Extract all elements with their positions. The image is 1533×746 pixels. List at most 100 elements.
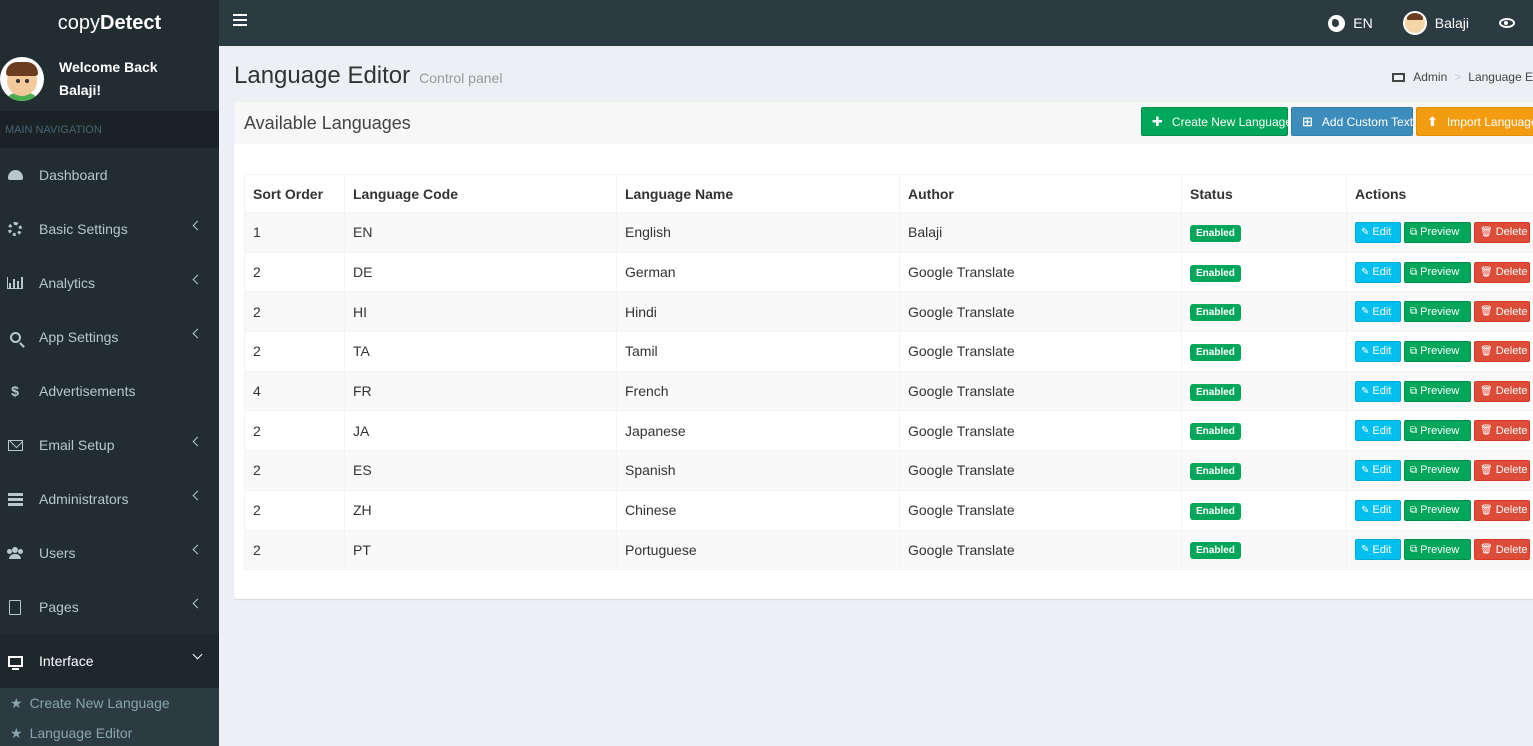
submenu-item-language-editor[interactable]: ★ Language Editor bbox=[0, 718, 219, 746]
header-sort-order[interactable]: Sort Order bbox=[244, 174, 345, 213]
edit-label: Edit bbox=[1372, 504, 1392, 517]
app-logo[interactable]: copy Detect bbox=[0, 0, 219, 46]
trash-icon: 🗑 bbox=[1480, 544, 1493, 556]
edit-icon: ✎ bbox=[1361, 345, 1370, 357]
status-badge: Enabled bbox=[1190, 462, 1241, 480]
edit-button[interactable]: ✎ Edit bbox=[1355, 261, 1401, 283]
preview-button[interactable]: ⧉ Preview bbox=[1404, 420, 1471, 442]
sidebar-toggle-icon[interactable] bbox=[233, 14, 247, 28]
add-custom-text-button[interactable]: ⊞ Add Custom Text bbox=[1291, 107, 1413, 136]
cell-actions: ✎ Edit ⧉ Preview 🗑 Delete bbox=[1346, 410, 1533, 452]
delete-button[interactable]: 🗑 Delete bbox=[1474, 301, 1530, 323]
edit-button[interactable]: ✎ Edit bbox=[1355, 499, 1401, 521]
sidebar-item-advertisements[interactable]: $ Advertisements bbox=[0, 364, 219, 418]
delete-button[interactable]: 🗑 Delete bbox=[1474, 340, 1530, 362]
external-link-icon: ⧉ bbox=[1410, 226, 1418, 238]
edit-label: Edit bbox=[1372, 305, 1392, 318]
preview-label: Preview bbox=[1420, 305, 1460, 318]
delete-label: Delete bbox=[1495, 305, 1528, 318]
user-menu[interactable]: Balaji bbox=[1402, 11, 1469, 35]
sidebar-avatar bbox=[0, 56, 44, 101]
sidebar-item-basic-settings[interactable]: Basic Settings bbox=[0, 202, 219, 256]
edit-button[interactable]: ✎ Edit bbox=[1355, 340, 1401, 362]
preview-button[interactable]: ⧉ Preview bbox=[1404, 459, 1471, 481]
edit-button[interactable]: ✎ Edit bbox=[1355, 420, 1401, 442]
header-language-code[interactable]: Language Code bbox=[344, 174, 617, 213]
edit-icon: ✎ bbox=[1361, 385, 1370, 397]
chevron-left-icon bbox=[192, 598, 203, 609]
external-link-icon: ⧉ bbox=[1410, 464, 1418, 476]
preview-label: Preview bbox=[1420, 266, 1460, 279]
cell-sort-order: 1 bbox=[244, 212, 345, 253]
external-link-icon: ⧉ bbox=[1410, 345, 1418, 357]
sidebar-item-interface[interactable]: Interface bbox=[0, 634, 219, 688]
upload-icon: ⬆ bbox=[1427, 113, 1438, 129]
delete-label: Delete bbox=[1495, 504, 1528, 517]
breadcrumb-admin[interactable]: Admin bbox=[1413, 70, 1447, 84]
sidebar-item-users[interactable]: Users bbox=[0, 526, 219, 580]
edit-button[interactable]: ✎ Edit bbox=[1355, 459, 1401, 481]
cogs-icon bbox=[7, 221, 23, 237]
header-status[interactable]: Status bbox=[1181, 174, 1347, 213]
delete-button[interactable]: 🗑 Delete bbox=[1474, 499, 1530, 521]
cell-language-code: DE bbox=[344, 251, 617, 293]
content-header: Language Editor Control panel bbox=[234, 62, 502, 90]
delete-button[interactable]: 🗑 Delete bbox=[1474, 221, 1530, 243]
preview-button[interactable]: ⧉ Preview bbox=[1404, 261, 1471, 283]
sidebar-item-app-settings[interactable]: App Settings bbox=[0, 310, 219, 364]
sidebar-item-email-setup[interactable]: Email Setup bbox=[0, 418, 219, 472]
header-actions: Actions bbox=[1346, 174, 1533, 213]
preview-button[interactable]: ⧉ Preview bbox=[1404, 221, 1471, 243]
delete-button[interactable]: 🗑 Delete bbox=[1474, 420, 1530, 442]
trash-icon: 🗑 bbox=[1480, 425, 1493, 437]
edit-button[interactable]: ✎ Edit bbox=[1355, 380, 1401, 402]
import-language-button[interactable]: ⬆ Import Language bbox=[1416, 107, 1533, 136]
edit-button[interactable]: ✎ Edit bbox=[1355, 221, 1401, 243]
desktop-icon bbox=[7, 653, 23, 670]
sidebar-item-analytics[interactable]: Analytics bbox=[0, 256, 219, 310]
preview-label: Preview bbox=[1420, 464, 1460, 477]
preview-button[interactable]: ⧉ Preview bbox=[1404, 340, 1471, 362]
create-language-label: Create New Language bbox=[1171, 114, 1292, 129]
submenu-item-label: Language Editor bbox=[29, 725, 133, 741]
language-switcher[interactable]: EN bbox=[1328, 14, 1373, 32]
sidebar-item-pages[interactable]: Pages bbox=[0, 580, 219, 634]
delete-button[interactable]: 🗑 Delete bbox=[1474, 539, 1530, 561]
sidebar-item-label: Dashboard bbox=[39, 167, 108, 183]
preview-label: Preview bbox=[1420, 504, 1460, 517]
edit-label: Edit bbox=[1372, 385, 1392, 398]
sidebar-item-label: Interface bbox=[39, 653, 94, 669]
cell-sort-order: 2 bbox=[244, 331, 345, 372]
delete-button[interactable]: 🗑 Delete bbox=[1474, 261, 1530, 283]
edit-button[interactable]: ✎ Edit bbox=[1355, 539, 1401, 561]
edit-button[interactable]: ✎ Edit bbox=[1355, 301, 1401, 323]
status-badge: Enabled bbox=[1190, 304, 1241, 322]
create-language-button[interactable]: ✚ Create New Language bbox=[1141, 107, 1292, 136]
edit-label: Edit bbox=[1372, 266, 1392, 279]
sidebar-item-label: Advertisements bbox=[39, 383, 136, 399]
header-language-name[interactable]: Language Name bbox=[616, 174, 900, 213]
preview-button[interactable]: ⧉ Preview bbox=[1404, 380, 1471, 402]
box-header: Available Languages ✚ Create New Languag… bbox=[234, 102, 1533, 144]
cell-actions: ✎ Edit ⧉ Preview 🗑 Delete bbox=[1346, 212, 1533, 253]
breadcrumb-current: Language E bbox=[1468, 70, 1533, 84]
edit-label: Edit bbox=[1372, 345, 1392, 358]
delete-button[interactable]: 🗑 Delete bbox=[1474, 380, 1530, 402]
cell-author: Google Translate bbox=[899, 410, 1182, 452]
sidebar-item-dashboard[interactable]: Dashboard bbox=[0, 148, 219, 202]
preview-button[interactable]: ⧉ Preview bbox=[1404, 301, 1471, 323]
edit-icon: ✎ bbox=[1361, 226, 1370, 238]
chevron-left-icon bbox=[192, 436, 203, 447]
delete-button[interactable]: 🗑 Delete bbox=[1474, 459, 1530, 481]
table-row: 2 ES Spanish Google Translate Enabled ✎ E… bbox=[244, 450, 1533, 491]
sidebar-item-administrators[interactable]: Administrators bbox=[0, 472, 219, 526]
cell-language-name: English bbox=[616, 212, 900, 253]
header-author[interactable]: Author bbox=[899, 174, 1182, 213]
interface-submenu: ★ Create New Language ★ Language Editor bbox=[0, 688, 219, 746]
preview-button[interactable]: ⧉ Preview bbox=[1404, 539, 1471, 561]
preview-button[interactable]: ⧉ Preview bbox=[1404, 499, 1471, 521]
chevron-left-icon bbox=[192, 328, 203, 339]
submenu-item-create-language[interactable]: ★ Create New Language bbox=[0, 688, 219, 718]
cell-sort-order: 2 bbox=[244, 291, 345, 333]
view-site-button[interactable] bbox=[1499, 18, 1515, 28]
